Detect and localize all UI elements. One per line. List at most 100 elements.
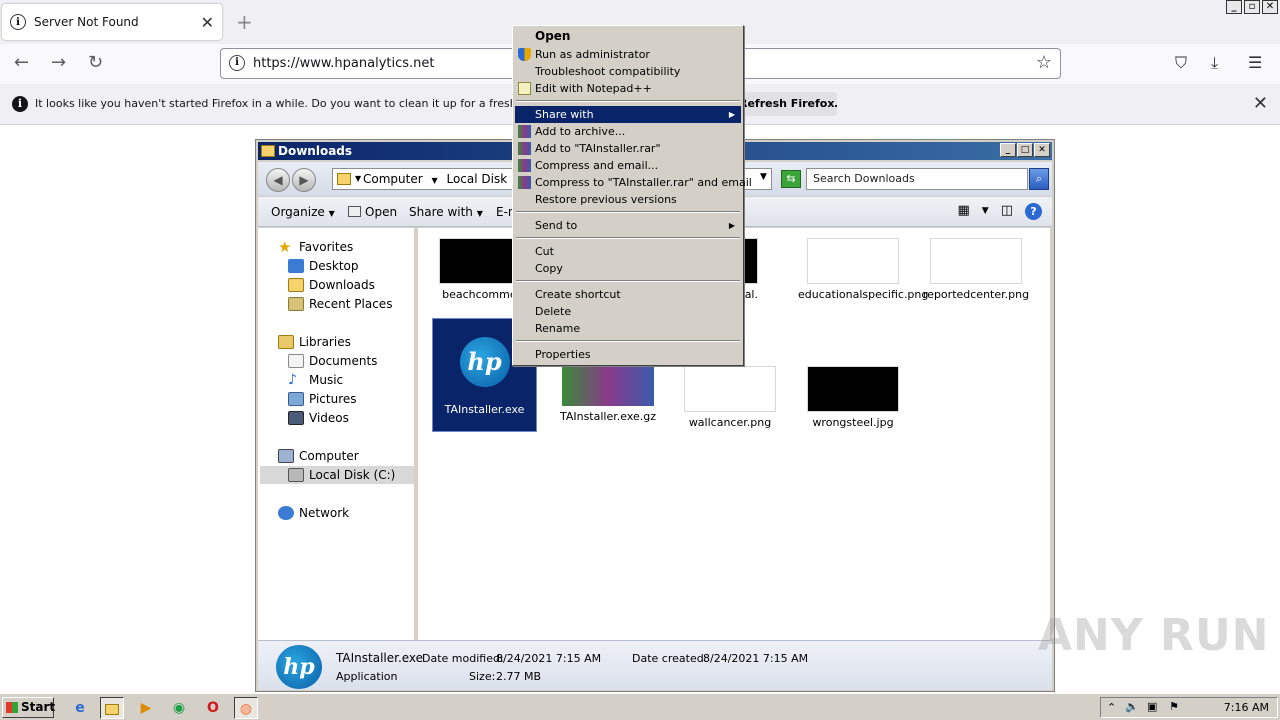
organize-button[interactable]: Organize ▼ bbox=[271, 205, 335, 219]
explorer-back-button[interactable]: ◀ bbox=[266, 168, 290, 192]
nav-computer-label: Computer bbox=[299, 449, 359, 463]
menu-item-compress-rar-email[interactable]: Compress to "TAInstaller.rar" and email bbox=[515, 174, 752, 191]
help-icon[interactable]: ? bbox=[1025, 203, 1042, 220]
menu-item-delete[interactable]: Delete bbox=[515, 303, 741, 320]
explorer-minimize-button[interactable]: _ bbox=[1000, 143, 1016, 157]
new-tab-button[interactable]: + bbox=[236, 10, 253, 34]
menu-item-run-as-admin[interactable]: Run as administrator bbox=[515, 46, 741, 63]
nav-downloads[interactable]: Downloads bbox=[288, 276, 375, 294]
media-player-icon[interactable]: ▶ bbox=[134, 697, 158, 719]
nav-music[interactable]: ♪ Music bbox=[288, 371, 343, 389]
minimize-button[interactable]: _ bbox=[1226, 0, 1242, 14]
menu-item-properties[interactable]: Properties bbox=[515, 346, 741, 363]
file-name: wrongsteel.jpg bbox=[812, 416, 894, 429]
close-tab-icon[interactable]: ✕ bbox=[201, 13, 214, 32]
menu-item-add-rar[interactable]: Add to "TAInstaller.rar" bbox=[515, 140, 741, 157]
nav-desktop-label: Desktop bbox=[309, 259, 359, 273]
refresh-firefox-button[interactable]: Refresh Firefox… bbox=[735, 92, 837, 116]
bookmark-star-icon[interactable]: ☆ bbox=[1036, 52, 1052, 73]
chrome-icon[interactable]: ◉ bbox=[167, 697, 191, 719]
explorer-close-button[interactable]: ✕ bbox=[1034, 143, 1050, 157]
preview-pane-icon[interactable]: ◫ bbox=[1001, 203, 1013, 220]
pictures-icon bbox=[288, 392, 304, 406]
address-dropdown-icon[interactable]: ▼ bbox=[760, 172, 767, 182]
clock[interactable]: 7:16 AM bbox=[1224, 701, 1269, 714]
tab-title: Server Not Found bbox=[34, 15, 139, 29]
refresh-icon[interactable]: ⇆ bbox=[781, 170, 801, 188]
file-item[interactable]: reportedcenter.png bbox=[921, 238, 1031, 301]
explorer-forward-button[interactable]: ▶ bbox=[292, 168, 316, 192]
menu-item-restore-versions[interactable]: Restore previous versions bbox=[515, 191, 741, 208]
open-icon bbox=[348, 206, 361, 217]
nav-computer[interactable]: Computer bbox=[278, 447, 359, 465]
documents-icon bbox=[288, 354, 304, 368]
explorer-maximize-button[interactable]: □ bbox=[1017, 143, 1033, 157]
image-thumbnail bbox=[807, 238, 899, 284]
action-center-flag-icon[interactable]: ⚑ bbox=[1169, 700, 1179, 713]
menu-item-label: Compress to "TAInstaller.rar" and email bbox=[535, 176, 752, 189]
file-item[interactable]: wrongsteel.jpg bbox=[798, 366, 908, 429]
file-item[interactable]: wallcancer.png bbox=[675, 366, 785, 429]
archive-icon bbox=[562, 366, 654, 406]
details-size-label: Size: bbox=[469, 670, 496, 683]
internet-explorer-icon[interactable]: e bbox=[68, 697, 92, 719]
nav-favorites[interactable]: ★ Favorites bbox=[278, 238, 353, 256]
nav-desktop[interactable]: Desktop bbox=[288, 257, 359, 275]
file-item[interactable]: TAInstaller.exe.gz bbox=[553, 366, 663, 423]
search-input[interactable]: Search Downloads bbox=[806, 168, 1028, 190]
volume-icon[interactable]: 🔈 bbox=[1125, 700, 1139, 713]
menu-item-copy[interactable]: Copy bbox=[515, 260, 741, 277]
back-icon[interactable]: ← bbox=[14, 52, 29, 73]
menu-item-notepad[interactable]: Edit with Notepad++ bbox=[515, 80, 741, 97]
menu-item-rename[interactable]: Rename bbox=[515, 320, 741, 337]
restore-button[interactable]: ▫ bbox=[1244, 0, 1260, 14]
nav-local-disk[interactable]: Local Disk (C:) bbox=[260, 466, 414, 484]
search-icon[interactable]: ⌕ bbox=[1029, 168, 1049, 190]
nav-libraries[interactable]: Libraries bbox=[278, 333, 351, 351]
chevron-down-icon[interactable]: ▼ bbox=[982, 203, 989, 220]
share-with-button[interactable]: Share with ▼ bbox=[409, 205, 483, 219]
nav-documents[interactable]: Documents bbox=[288, 352, 377, 370]
nav-videos[interactable]: Videos bbox=[288, 409, 349, 427]
menu-item-add-archive[interactable]: Add to archive... bbox=[515, 123, 741, 140]
pocket-icon[interactable]: ⛉ bbox=[1175, 53, 1187, 73]
reload-icon[interactable]: ↻ bbox=[88, 52, 103, 73]
change-view-icon[interactable]: ▦ bbox=[957, 203, 969, 220]
nav-network[interactable]: Network bbox=[278, 504, 349, 522]
menu-item-share-with[interactable]: Share with ▶ bbox=[515, 106, 741, 123]
nav-pictures[interactable]: Pictures bbox=[288, 390, 357, 408]
menu-icon[interactable]: ☰ bbox=[1248, 53, 1262, 72]
chevron-down-icon[interactable]: ▼ bbox=[431, 176, 437, 185]
nav-recent-places[interactable]: Recent Places bbox=[288, 295, 392, 313]
menu-item-open[interactable]: Open bbox=[515, 28, 741, 45]
menu-item-cut[interactable]: Cut bbox=[515, 243, 741, 260]
file-name: wallcancer.png bbox=[688, 416, 772, 429]
window-controls: _ ▫ ✕ bbox=[1226, 0, 1278, 14]
close-window-button[interactable]: ✕ bbox=[1262, 0, 1278, 14]
file-item[interactable]: educationalspecific.png bbox=[798, 238, 928, 301]
site-info-icon[interactable]: i bbox=[229, 55, 245, 71]
breadcrumb-computer[interactable]: Computer bbox=[363, 172, 423, 186]
start-button[interactable]: Start bbox=[2, 697, 55, 718]
explorer-taskbar-icon[interactable] bbox=[100, 697, 124, 719]
opera-icon[interactable]: O bbox=[201, 697, 225, 719]
downloads-icon[interactable]: ⤓ bbox=[1211, 53, 1218, 73]
menu-item-create-shortcut[interactable]: Create shortcut bbox=[515, 286, 741, 303]
nav-recent-label: Recent Places bbox=[309, 297, 393, 311]
tray-expand-icon[interactable]: ⌃ bbox=[1107, 701, 1116, 714]
chevron-down-icon[interactable]: ▼ bbox=[355, 169, 361, 189]
menu-item-send-to[interactable]: Send to ▶ bbox=[515, 217, 741, 234]
close-notification-icon[interactable]: ✕ bbox=[1253, 93, 1268, 114]
firefox-icon[interactable]: ◍ bbox=[234, 697, 258, 719]
browser-tab[interactable]: i Server Not Found ✕ bbox=[2, 4, 222, 40]
url-text[interactable]: https://www.hpanalytics.net bbox=[253, 56, 435, 71]
forward-icon[interactable]: → bbox=[51, 52, 66, 73]
menu-item-compress-email[interactable]: Compress and email... bbox=[515, 157, 741, 174]
menu-item-troubleshoot[interactable]: Troubleshoot compatibility bbox=[515, 63, 741, 80]
open-button[interactable]: Open bbox=[348, 205, 397, 219]
chevron-down-icon: ▼ bbox=[328, 209, 335, 218]
network-tray-icon[interactable]: ▣ bbox=[1147, 700, 1157, 713]
shield-icon bbox=[518, 48, 531, 61]
nav-downloads-label: Downloads bbox=[309, 278, 375, 292]
details-size-value: 2.77 MB bbox=[496, 670, 542, 683]
